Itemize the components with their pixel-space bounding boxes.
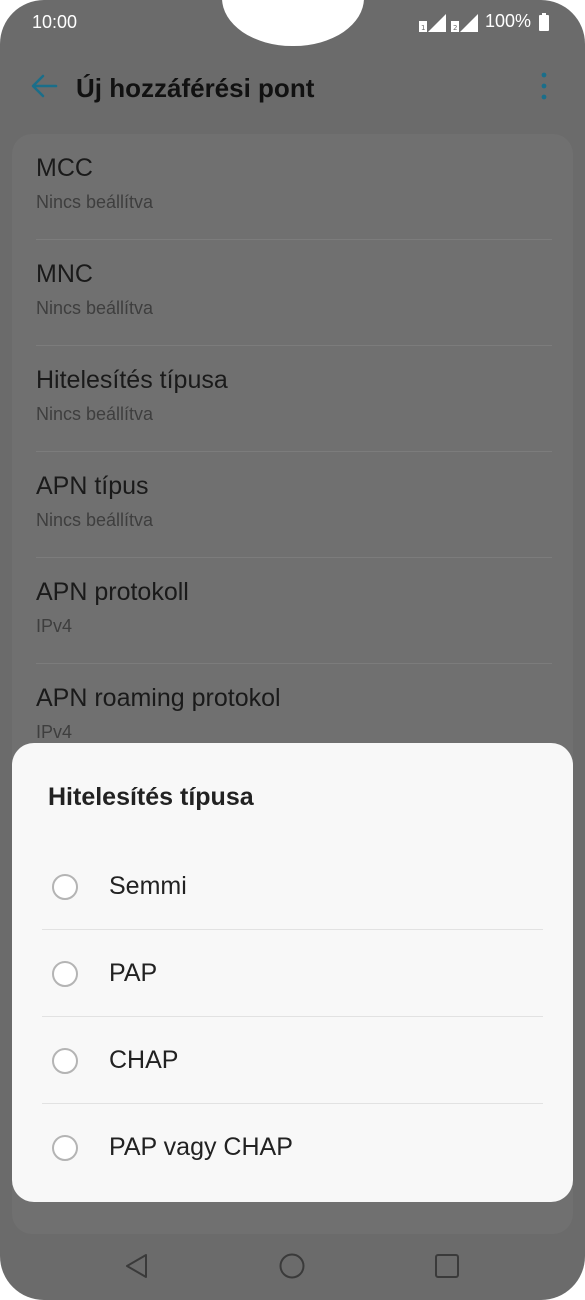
app-bar: Új hozzáférési pont [0, 60, 585, 116]
svg-text:2: 2 [453, 24, 457, 32]
setting-value: Nincs beállítva [36, 510, 154, 530]
setting-value: Nincs beállítva [36, 192, 154, 212]
battery-percent: 100% [484, 11, 531, 31]
battery-icon [539, 12, 549, 31]
option-label: CHAP [109, 1046, 179, 1074]
navigation-bar [0, 1234, 585, 1300]
setting-title: MNC [36, 260, 93, 288]
triangle-back-icon [124, 1252, 150, 1285]
radio-button[interactable] [52, 961, 78, 987]
radio-button[interactable] [52, 1048, 78, 1074]
option-none[interactable]: Semmi [42, 843, 543, 930]
setting-title: APN protokoll [36, 578, 189, 606]
setting-item-apn-protocol[interactable]: APN protokoll IPv4 [36, 558, 552, 664]
option-label: PAP vagy CHAP [109, 1133, 293, 1161]
setting-title: APN roaming protokol [36, 684, 281, 712]
setting-item-apn-type[interactable]: APN típus Nincs beállítva [36, 452, 552, 558]
nav-recents-button[interactable] [427, 1248, 467, 1288]
radio-button[interactable] [52, 1135, 78, 1161]
status-time: 10:00 [32, 12, 78, 32]
phone-screen: 10:00 1 2 100% Új hozzáférési pont MCC N… [0, 0, 585, 1300]
option-pap-or-chap[interactable]: PAP vagy CHAP [42, 1104, 543, 1191]
back-button[interactable] [24, 68, 64, 108]
setting-item-mcc[interactable]: MCC Nincs beállítva [36, 134, 552, 240]
dialog-title: Hitelesítés típusa [48, 783, 254, 811]
more-options-button[interactable] [529, 68, 559, 108]
option-chap[interactable]: CHAP [42, 1017, 543, 1104]
setting-title: APN típus [36, 472, 149, 500]
auth-type-dialog: Hitelesítés típusa Semmi PAP CHAP PAP va… [12, 743, 573, 1202]
arrow-left-icon [30, 72, 58, 105]
setting-value: Nincs beállítva [36, 298, 154, 318]
nav-back-button[interactable] [117, 1248, 157, 1288]
setting-title: Hitelesítés típusa [36, 366, 228, 394]
page-title: Új hozzáférési pont [76, 73, 315, 103]
svg-text:1: 1 [421, 24, 425, 32]
radio-button[interactable] [52, 874, 78, 900]
sim2-signal-icon: 2 [450, 12, 479, 32]
setting-item-mnc[interactable]: MNC Nincs beállítva [36, 240, 552, 346]
option-label: PAP [109, 959, 158, 987]
setting-item-auth-type[interactable]: Hitelesítés típusa Nincs beállítva [36, 346, 552, 452]
setting-value: IPv4 [36, 722, 73, 742]
option-label: Semmi [109, 872, 187, 900]
option-pap[interactable]: PAP [42, 930, 543, 1017]
circle-home-icon [278, 1252, 306, 1285]
nav-home-button[interactable] [272, 1248, 312, 1288]
more-vert-icon [541, 72, 547, 105]
setting-title: MCC [36, 154, 93, 182]
setting-value: IPv4 [36, 616, 73, 636]
setting-value: Nincs beállítva [36, 404, 154, 424]
sim1-signal-icon: 1 [418, 12, 447, 32]
status-icons: 1 2 100% [418, 11, 549, 32]
square-recents-icon [433, 1252, 461, 1285]
